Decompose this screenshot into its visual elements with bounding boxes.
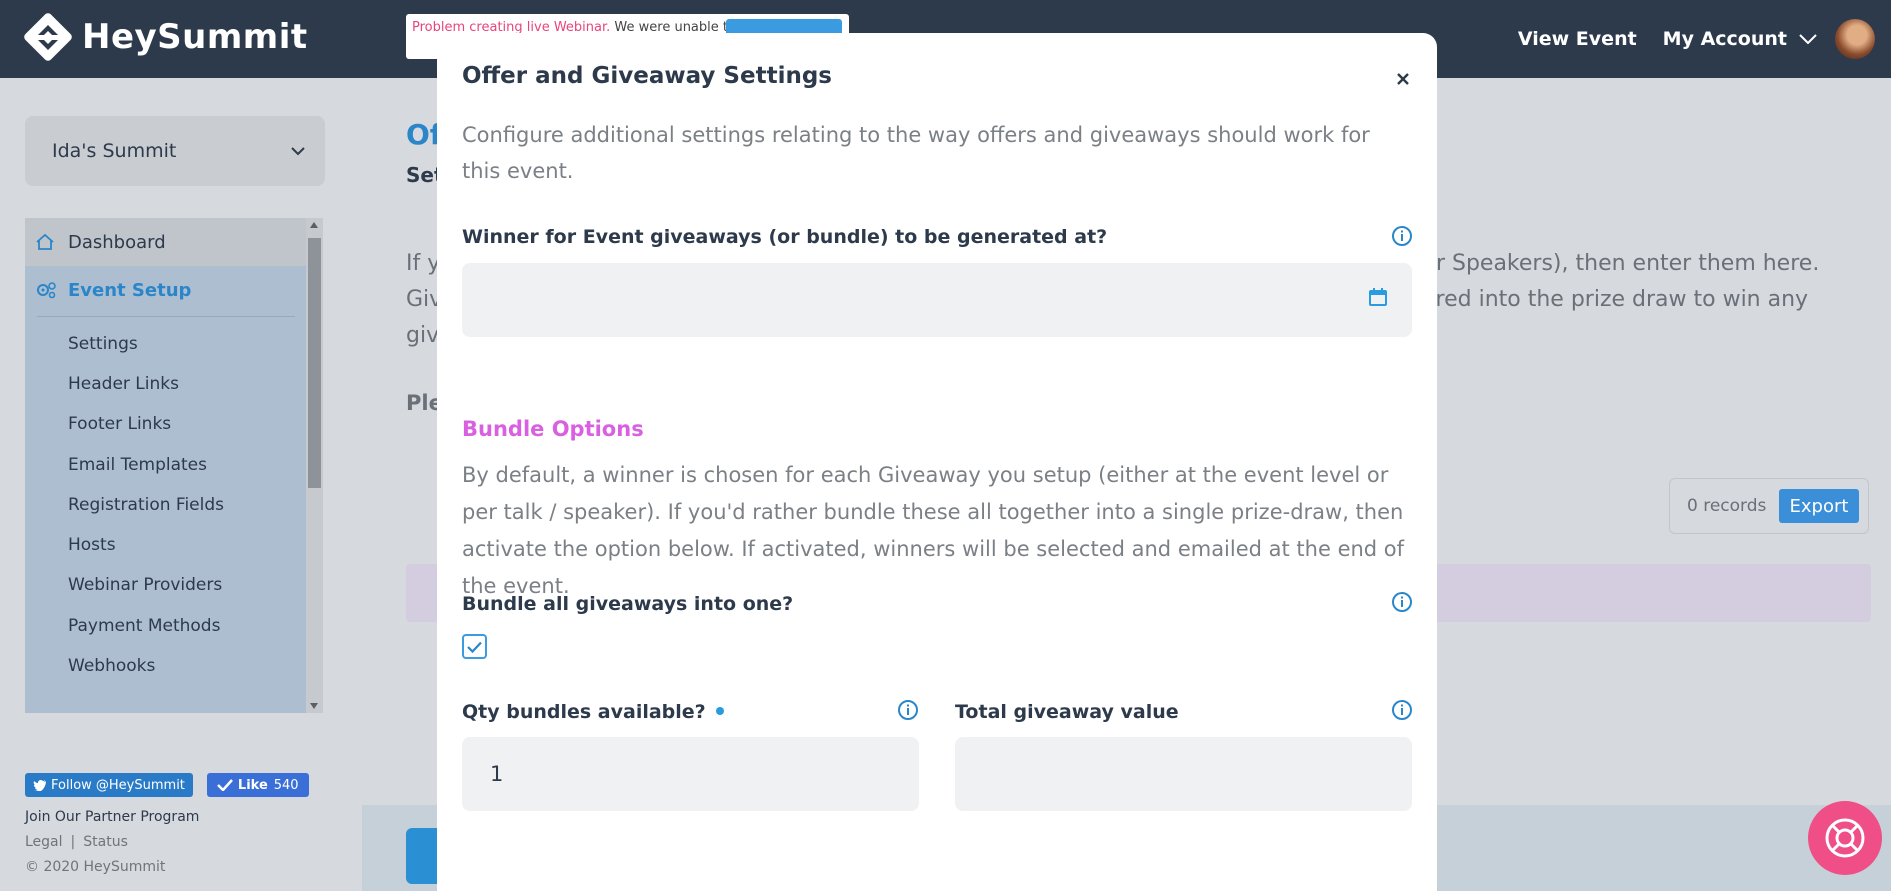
calendar-icon[interactable] — [1368, 287, 1388, 307]
copyright: © 2020 HeySummit — [25, 859, 166, 875]
qty-bundles-label: Qty bundles available? — [462, 701, 724, 723]
total-giveaway-value-label: Total giveaway value — [955, 701, 1179, 723]
checkmark-icon — [467, 641, 482, 653]
records-toolbar: 0 records Export — [1669, 478, 1869, 534]
subnav-item-webinar-providers[interactable]: Webinar Providers — [68, 575, 222, 595]
export-button[interactable]: Export — [1779, 489, 1859, 523]
summit-selector[interactable]: Ida's Summit — [25, 116, 325, 186]
subnav-item-footer-links[interactable]: Footer Links — [68, 414, 171, 434]
event-setup-subnav: Settings Header Links Footer Links Email… — [25, 314, 308, 713]
modal-description: Configure additional settings relating t… — [462, 123, 1370, 183]
top-nav: View Event My Account — [1518, 19, 1891, 59]
records-count: 0 records — [1687, 496, 1767, 516]
twitter-icon — [33, 779, 46, 791]
checkmark-icon — [217, 779, 233, 791]
scroll-up-arrow-icon[interactable] — [310, 222, 318, 228]
close-button[interactable] — [1391, 67, 1415, 91]
help-button[interactable] — [1808, 801, 1882, 875]
sidebar-item-event-setup[interactable]: Event Setup — [25, 266, 308, 314]
scroll-down-arrow-icon[interactable] — [310, 703, 318, 709]
total-giveaway-value-input[interactable] — [955, 737, 1412, 811]
qty-bundles-input[interactable]: 1 — [462, 737, 919, 811]
my-account-menu[interactable]: My Account — [1663, 28, 1787, 50]
winner-date-input[interactable] — [462, 263, 1412, 337]
close-icon — [1397, 73, 1409, 85]
info-icon[interactable] — [1391, 591, 1413, 613]
lifebuoy-icon — [1825, 818, 1865, 858]
chevron-down-icon[interactable] — [1799, 34, 1817, 44]
facebook-like-button[interactable]: Like 540 — [206, 773, 309, 797]
subnav-item-settings[interactable]: Settings — [68, 334, 138, 354]
info-icon[interactable] — [1391, 699, 1413, 721]
footer-links: Legal | Status — [25, 834, 128, 850]
offer-giveaway-settings-modal: Offer and Giveaway Settings Configure ad… — [437, 33, 1437, 891]
home-icon — [36, 233, 54, 250]
sidebar: Ida's Summit Dashboard Event Setup Setti… — [0, 78, 362, 891]
bundle-options-description: By default, a winner is chosen for each … — [462, 463, 1405, 598]
subnav-item-payment-methods[interactable]: Payment Methods — [68, 616, 220, 636]
qty-bundles-label-text: Qty bundles available? — [462, 701, 706, 723]
logo[interactable]: HeySummit — [24, 13, 308, 61]
sidebar-item-dashboard[interactable]: Dashboard — [25, 218, 308, 266]
subnav-item-webhooks[interactable]: Webhooks — [68, 656, 155, 676]
sidebar-item-label: Dashboard — [68, 231, 166, 253]
required-indicator — [715, 706, 724, 715]
bundle-all-label: Bundle all giveaways into one? — [462, 593, 794, 615]
subnav-item-email-templates[interactable]: Email Templates — [68, 455, 207, 475]
subnav-item-header-links[interactable]: Header Links — [68, 374, 179, 394]
sidebar-nav: Dashboard Event Setup Settings Header Li… — [25, 218, 308, 713]
avatar[interactable] — [1835, 19, 1875, 59]
scrollbar-thumb[interactable] — [308, 238, 321, 488]
separator: | — [70, 834, 76, 850]
divider — [37, 316, 295, 317]
social-buttons: Follow @HeySummit Like 540 — [25, 773, 309, 797]
bundle-options-heading: Bundle Options — [462, 417, 644, 441]
sidebar-scrollbar[interactable] — [306, 218, 323, 713]
subnav-item-hosts[interactable]: Hosts — [68, 535, 116, 555]
logo-text: HeySummit — [82, 17, 308, 57]
qty-bundles-value: 1 — [490, 762, 504, 786]
legal-link[interactable]: Legal — [25, 834, 63, 850]
sidebar-item-label: Event Setup — [68, 279, 192, 301]
heysummit-logo-icon — [24, 13, 72, 61]
bundle-all-checkbox[interactable] — [462, 634, 487, 659]
subnav-item-registration-fields[interactable]: Registration Fields — [68, 495, 224, 515]
summit-name: Ida's Summit — [52, 140, 177, 162]
twitter-follow-label: Follow @HeySummit — [51, 777, 185, 793]
facebook-like-count: 540 — [273, 777, 299, 793]
partner-program-link[interactable]: Join Our Partner Program — [25, 809, 199, 825]
status-link[interactable]: Status — [83, 834, 128, 850]
winner-date-label: Winner for Event giveaways (or bundle) t… — [462, 226, 1108, 248]
facebook-like-label: Like — [237, 777, 268, 793]
view-event-link[interactable]: View Event — [1518, 28, 1637, 50]
page-description-right: ur Speakers), then enter them here. ered… — [1422, 251, 1820, 312]
gears-icon — [37, 282, 56, 299]
info-icon[interactable] — [897, 699, 919, 721]
info-icon[interactable] — [1391, 225, 1413, 247]
modal-title: Offer and Giveaway Settings — [462, 63, 832, 89]
twitter-follow-button[interactable]: Follow @HeySummit — [25, 773, 193, 797]
chevron-down-icon — [291, 147, 305, 156]
